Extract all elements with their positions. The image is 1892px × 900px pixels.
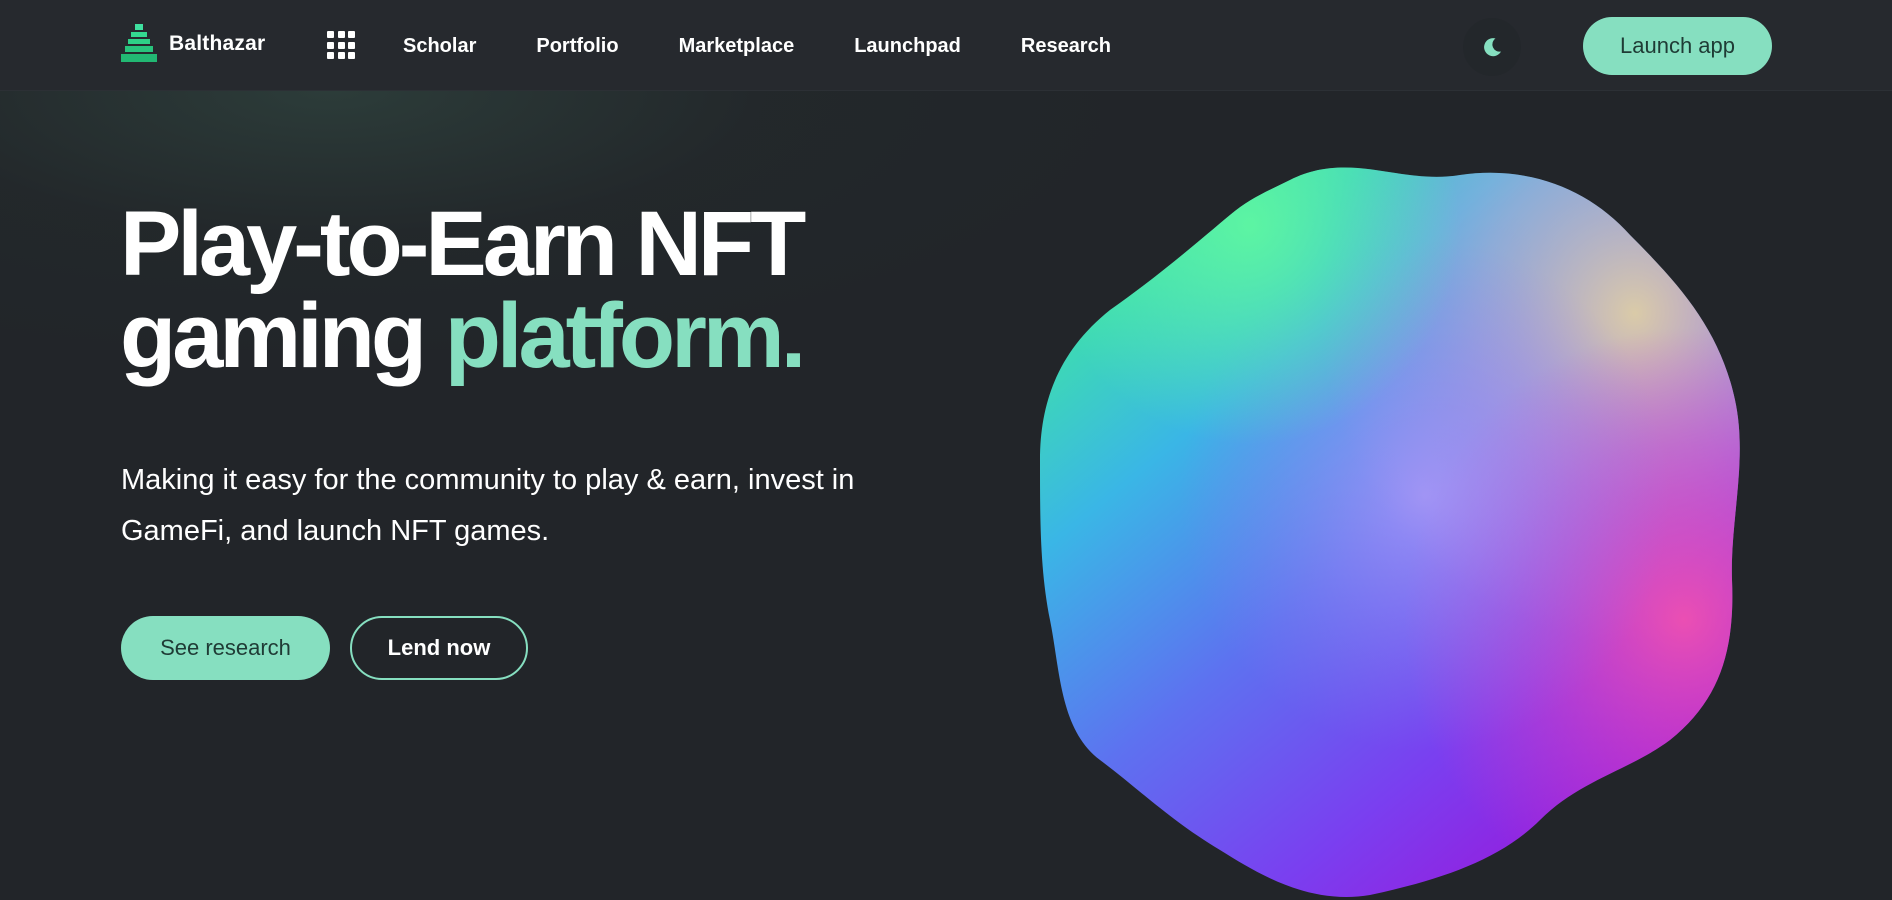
brand-name: Balthazar — [169, 32, 266, 55]
top-navbar: Balthazar Scholar Portfolio Marketplace … — [0, 0, 1892, 91]
brand-logo[interactable]: Balthazar — [121, 24, 265, 64]
lend-now-button[interactable]: Lend now — [350, 616, 528, 680]
moon-icon — [1484, 38, 1501, 57]
hero-title-line2-plain: gaming — [120, 285, 445, 387]
hero-subtitle: Making it easy for the community to play… — [121, 464, 855, 547]
nav-link-launchpad[interactable]: Launchpad — [854, 35, 961, 58]
launch-app-button[interactable]: Launch app — [1583, 17, 1772, 75]
landing-page: Balthazar Scholar Portfolio Marketplace … — [0, 0, 1892, 900]
main-nav: Scholar Portfolio Marketplace Launchpad … — [403, 29, 1171, 63]
gradient-blob-illustration — [1040, 167, 1740, 897]
theme-toggle-button[interactable] — [1463, 18, 1521, 76]
nav-link-marketplace[interactable]: Marketplace — [679, 35, 795, 58]
hero-title: Play-to-Earn NFT gaming platform. — [120, 198, 1020, 382]
tower-logo-icon — [121, 24, 157, 62]
see-research-button[interactable]: See research — [121, 616, 330, 680]
hero-title-accent: platform. — [444, 285, 807, 387]
nav-link-scholar[interactable]: Scholar — [403, 35, 476, 58]
hero-title-line1: Play-to-Earn NFT — [120, 193, 806, 295]
nav-link-research[interactable]: Research — [1021, 35, 1111, 58]
grid-apps-icon[interactable] — [327, 31, 355, 59]
nav-link-portfolio[interactable]: Portfolio — [536, 35, 618, 58]
